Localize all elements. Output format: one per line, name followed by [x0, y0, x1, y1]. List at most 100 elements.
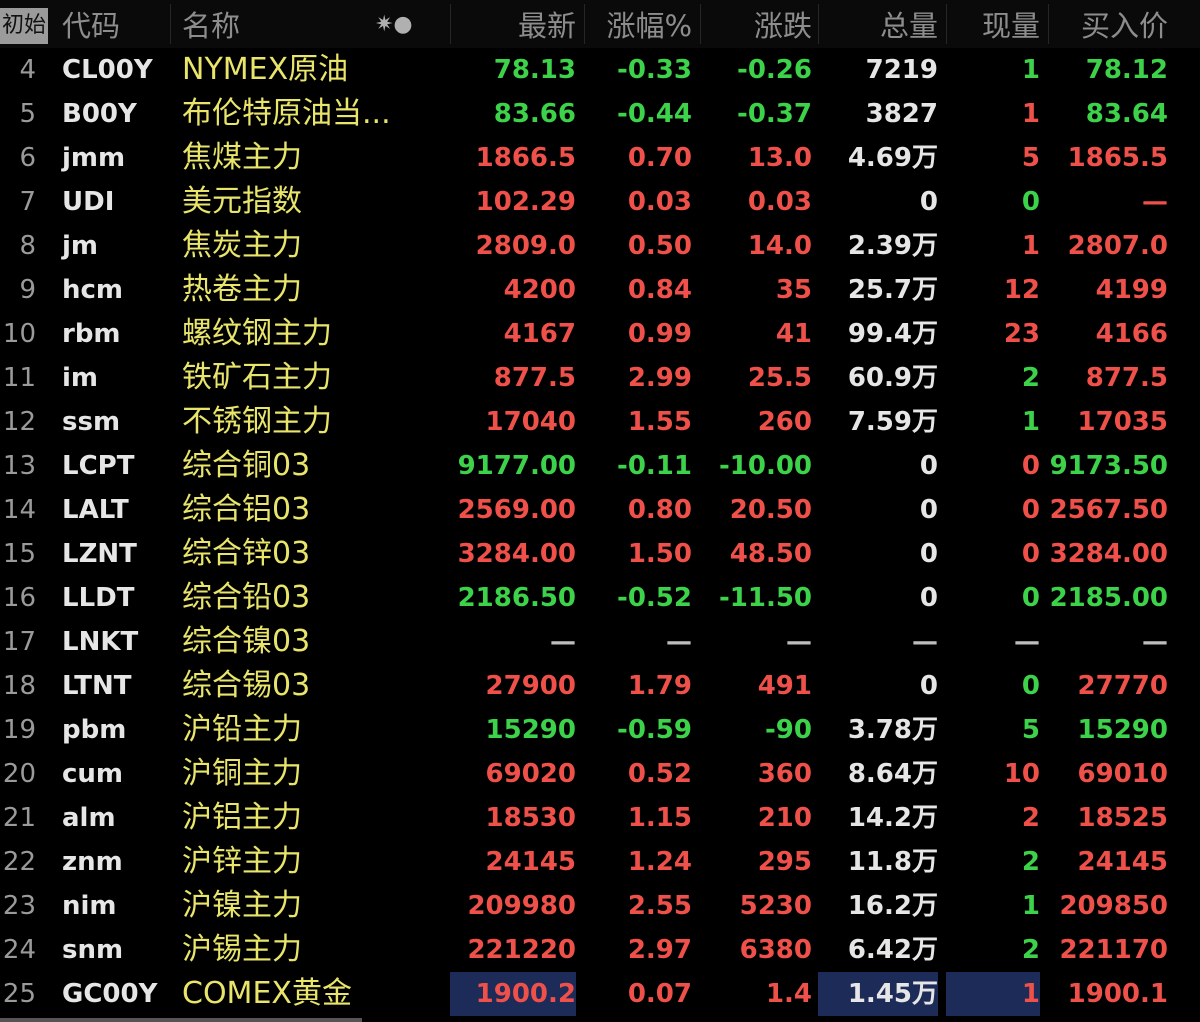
cell-volume: 3.78万	[847, 715, 938, 745]
row-number: 22	[2, 847, 36, 877]
table-row[interactable]: 25 GC00Y COMEX黄金 1900.2 0.07 1.4 1.45万 1 1900.1	[0, 972, 1200, 1016]
cell-name: 综合铜03	[182, 448, 311, 483]
header-name[interactable]: 名称	[182, 0, 240, 48]
table-row[interactable]: 22 znm 沪锌主力 24145 1.24 295 11.8万 2 24145	[0, 840, 1200, 884]
cell-bid: —	[1142, 627, 1168, 657]
row-number: 13	[2, 451, 36, 481]
cell-bid: 2567.50	[1049, 495, 1168, 525]
header-change[interactable]: 涨跌	[708, 0, 812, 48]
cell-name: 螺纹钢主力	[182, 316, 332, 351]
cell-latest: 3284.00	[457, 539, 576, 569]
table-row[interactable]: 5 B00Y 布伦特原油当... 83.66 -0.44 -0.37 3827 1 83.64	[0, 92, 1200, 136]
cell-change: —	[786, 627, 812, 657]
cell-volume: 7.59万	[847, 407, 938, 437]
table-row[interactable]: 20 cum 沪铜主力 69020 0.52 360 8.64万 10 69010	[0, 752, 1200, 796]
cell-name: 不锈钢主力	[182, 404, 332, 439]
cell-cur-volume: 2	[1021, 935, 1040, 965]
cell-change: 491	[757, 671, 812, 701]
cell-change: 20.50	[729, 495, 812, 525]
cell-bid: 83.64	[1085, 99, 1168, 129]
header-change-pct[interactable]: 涨幅%	[592, 0, 692, 48]
cell-code: nim	[62, 891, 117, 921]
header-latest[interactable]: 最新	[460, 0, 576, 48]
table-row[interactable]: 23 nim 沪镍主力 209980 2.55 5230 16.2万 1 209850	[0, 884, 1200, 928]
horizontal-scrollbar[interactable]	[0, 1018, 362, 1022]
cell-volume: 11.8万	[847, 847, 938, 877]
cell-change: 25.5	[747, 363, 812, 393]
cell-volume: 8.64万	[847, 759, 938, 789]
cell-change-pct: -0.44	[617, 99, 692, 129]
table-row[interactable]: 21 alm 沪铝主力 18530 1.15 210 14.2万 2 18525	[0, 796, 1200, 840]
header-cur-volume[interactable]: 现量	[954, 0, 1040, 48]
table-row[interactable]: 24 snm 沪锡主力 221220 2.97 6380 6.42万 2 221170	[0, 928, 1200, 972]
table-row[interactable]: 18 LTNT 综合锡03 27900 1.79 491 0 0 27770	[0, 664, 1200, 708]
cell-code: hcm	[62, 275, 124, 305]
cell-change-pct: 0.80	[627, 495, 692, 525]
cell-name: 综合镍03	[182, 624, 311, 659]
cell-code: LTNT	[62, 671, 132, 701]
table-row[interactable]: 13 LCPT 综合铜03 9177.00 -0.11 -10.00 0 0 9173.50	[0, 444, 1200, 488]
column-divider	[170, 4, 171, 44]
cell-latest: 2809.0	[475, 231, 576, 261]
table-row[interactable]: 10 rbm 螺纹钢主力 4167 0.99 41 99.4万 23 4166	[0, 312, 1200, 356]
table-row[interactable]: 7 UDI 美元指数 102.29 0.03 0.03 0 0 —	[0, 180, 1200, 224]
initial-badge[interactable]: 初始	[0, 8, 48, 44]
cell-name: 沪镍主力	[182, 888, 302, 923]
table-row[interactable]: 16 LLDT 综合铅03 2186.50 -0.52 -11.50 0 0 2185.00	[0, 576, 1200, 620]
table-row[interactable]: 12 ssm 不锈钢主力 17040 1.55 260 7.59万 1 17035	[0, 400, 1200, 444]
cell-name: 沪锌主力	[182, 844, 302, 879]
cell-name: 沪铜主力	[182, 756, 302, 791]
cell-code: CL00Y	[62, 55, 153, 85]
cell-code: jmm	[62, 143, 126, 173]
cell-cur-volume: —	[1014, 627, 1040, 657]
cell-bid: 877.5	[1085, 363, 1168, 393]
cell-code: alm	[62, 803, 116, 833]
table-row[interactable]: 9 hcm 热卷主力 4200 0.84 35 25.7万 12 4199	[0, 268, 1200, 312]
cell-cur-volume: 0	[1021, 451, 1040, 481]
cell-volume: 1.45万	[818, 972, 938, 1016]
cell-bid: 18525	[1077, 803, 1168, 833]
table-row[interactable]: 4 CL00Y NYMEX原油 78.13 -0.33 -0.26 7219 1 78.12	[0, 48, 1200, 92]
cell-change-pct: 1.50	[627, 539, 692, 569]
cell-code: cum	[62, 759, 124, 789]
cell-code: pbm	[62, 715, 127, 745]
settings-icon[interactable]: ✷●	[375, 10, 413, 40]
table-row[interactable]: 6 jmm 焦煤主力 1866.5 0.70 13.0 4.69万 5 1865.5	[0, 136, 1200, 180]
table-row[interactable]: 17 LNKT 综合镍03 — — — — — —	[0, 620, 1200, 664]
cell-bid: 2807.0	[1067, 231, 1168, 261]
cell-code: UDI	[62, 187, 115, 217]
cell-change: 5230	[739, 891, 812, 921]
cell-code: B00Y	[62, 99, 137, 129]
cell-change-pct: -0.33	[617, 55, 692, 85]
table-row[interactable]: 8 jm 焦炭主力 2809.0 0.50 14.0 2.39万 1 2807.0	[0, 224, 1200, 268]
cell-change-pct: 0.03	[627, 187, 692, 217]
cell-code: snm	[62, 935, 124, 965]
table-row[interactable]: 19 pbm 沪铅主力 15290 -0.59 -90 3.78万 5 15290	[0, 708, 1200, 752]
table-row[interactable]: 14 LALT 综合铝03 2569.00 0.80 20.50 0 0 2567.50	[0, 488, 1200, 532]
cell-name: 沪铅主力	[182, 712, 302, 747]
cell-code: LCPT	[62, 451, 135, 481]
cell-code: im	[62, 363, 99, 393]
header-volume[interactable]: 总量	[826, 0, 938, 48]
header-bid[interactable]: 买入价	[1056, 0, 1168, 48]
cell-change: -90	[765, 715, 812, 745]
cell-volume: 0	[919, 451, 938, 481]
header-code[interactable]: 代码	[62, 0, 120, 48]
row-number: 23	[2, 891, 36, 921]
column-divider	[450, 4, 451, 44]
cell-volume: 2.39万	[847, 231, 938, 261]
cell-cur-volume: 12	[1003, 275, 1040, 305]
cell-volume: —	[912, 627, 938, 657]
cell-volume: 0	[919, 539, 938, 569]
cell-latest: 102.29	[475, 187, 576, 217]
cell-latest: 9177.00	[457, 451, 576, 481]
cell-cur-volume: 0	[1021, 187, 1040, 217]
table-row[interactable]: 11 im 铁矿石主力 877.5 2.99 25.5 60.9万 2 877.5	[0, 356, 1200, 400]
cell-cur-volume: 0	[1021, 495, 1040, 525]
cell-change-pct: 0.07	[627, 979, 692, 1009]
cell-volume: 0	[919, 583, 938, 613]
table-row[interactable]: 15 LZNT 综合锌03 3284.00 1.50 48.50 0 0 3284.00	[0, 532, 1200, 576]
cell-name: 焦煤主力	[182, 140, 302, 175]
row-number: 15	[2, 539, 36, 569]
cell-name: 沪锡主力	[182, 932, 302, 967]
